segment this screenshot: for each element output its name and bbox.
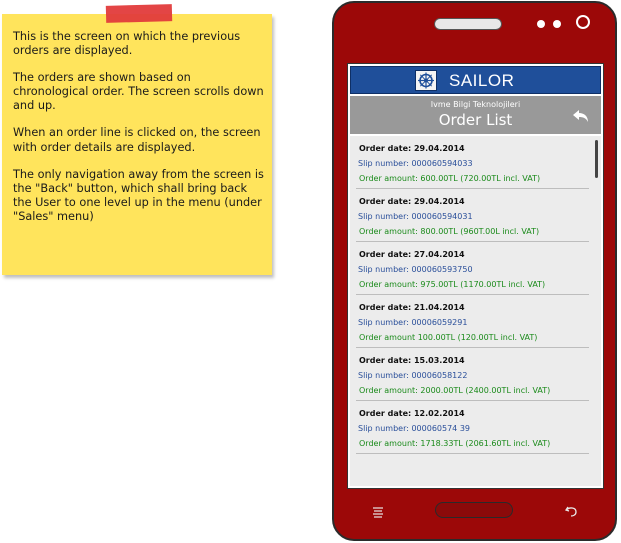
phone-indicator-dot [537, 20, 545, 28]
home-button[interactable] [435, 502, 513, 518]
scrollbar[interactable] [595, 140, 598, 178]
order-amount: Order amount: 1718.33TL (2061.60TL incl.… [359, 439, 551, 448]
order-date: Order date: 21.04.2014 [359, 303, 465, 312]
company-name: Ivme Bilgi Teknolojileri [430, 100, 521, 109]
order-amount: Order amount: 600.00TL (720.00TL incl. V… [359, 174, 541, 183]
phone-speaker [434, 18, 502, 30]
sticky-note: This is the screen on which the previous… [2, 4, 272, 275]
phone-camera [576, 15, 590, 29]
order-date: Order date: 27.04.2014 [359, 250, 465, 259]
note-paragraph-3: When an order line is clicked on, the sc… [13, 126, 261, 154]
app-header: SAILOR [350, 66, 601, 94]
phone-indicator-dot [553, 20, 561, 28]
screen-header: Ivme Bilgi Teknolojileri Order List [350, 96, 601, 134]
phone-mockup: SAILOR Ivme Bilgi Teknolojileri Order Li… [332, 1, 617, 541]
slip-number: Slip number: 000060594033 [358, 159, 473, 168]
slip-number: Slip number: 00006058122 [358, 371, 468, 380]
page-title: Order List [438, 111, 513, 129]
slip-number: Slip number: 000060593750 [358, 265, 473, 274]
order-row[interactable]: Order date: 29.04.2014 Slip number: 0000… [356, 189, 589, 242]
order-date: Order date: 29.04.2014 [359, 144, 465, 153]
note-paragraph-2: The orders are shown based on chronologi… [13, 71, 264, 113]
app-title: SAILOR [449, 71, 515, 90]
note-text: This is the screen on which the previous… [13, 30, 265, 237]
slip-number: Slip number: 00006059291 [358, 318, 468, 327]
order-row[interactable]: Order date: 29.04.2014 Slip number: 0000… [356, 136, 589, 189]
note-paragraph-1: This is the screen on which the previous… [13, 30, 241, 58]
phone-screen: SAILOR Ivme Bilgi Teknolojileri Order Li… [347, 63, 604, 489]
order-amount: Order amount: 975.00TL (1170.00TL incl. … [359, 280, 546, 289]
order-amount: Order amount: 2000.00TL (2400.00TL incl.… [359, 386, 551, 395]
ship-wheel-icon [415, 70, 437, 91]
order-amount: Order amount: 800.00TL (960T.00L incl. V… [359, 227, 540, 236]
order-amount: Order amount 100.00TL (120.00TL incl. VA… [359, 333, 538, 342]
order-row[interactable]: Order date: 27.04.2014 Slip number: 0000… [356, 242, 589, 295]
order-row[interactable]: Order date: 21.04.2014 Slip number: 0000… [356, 295, 589, 348]
back-arrow-icon[interactable] [571, 108, 591, 124]
order-date: Order date: 29.04.2014 [359, 197, 465, 206]
menu-icon[interactable] [371, 504, 385, 518]
order-row[interactable]: Order date: 15.03.2014 Slip number: 0000… [356, 348, 589, 401]
order-row[interactable]: Order date: 12.02.2014 Slip number: 0000… [356, 401, 589, 454]
slip-number: Slip number: 000060594031 [358, 212, 473, 221]
slip-number: Slip number: 000060574 39 [358, 424, 470, 433]
note-paragraph-4: The only navigation away from the screen… [13, 167, 264, 223]
order-date: Order date: 15.03.2014 [359, 356, 465, 365]
order-list[interactable]: Order date: 29.04.2014 Slip number: 0000… [350, 136, 601, 486]
phone-back-icon[interactable] [564, 503, 580, 519]
order-date: Order date: 12.02.2014 [359, 409, 465, 418]
tape [105, 4, 173, 23]
